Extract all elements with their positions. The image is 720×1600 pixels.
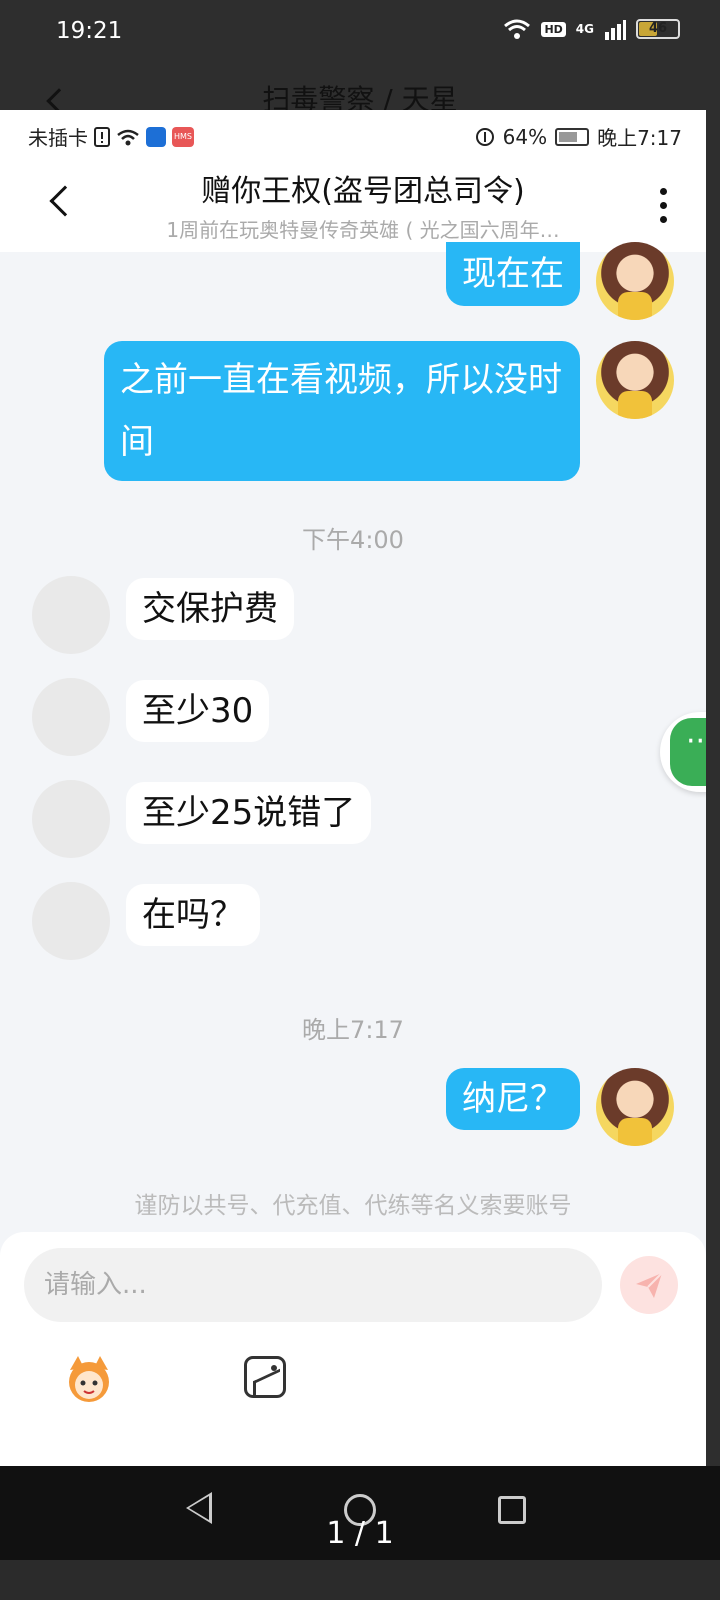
inner-clock: 晚上7:17 [597, 126, 682, 150]
message-bubble-incoming[interactable]: 交保护费 [126, 578, 294, 640]
message-bubble-incoming[interactable]: 至少25说错了 [126, 782, 372, 844]
my-avatar[interactable] [596, 1068, 674, 1146]
send-icon [636, 1272, 663, 1298]
safety-notice: 谨防以共号、代充值、代练等名义索要账号 [134, 1193, 572, 1219]
battery-icon: 46 [636, 19, 680, 39]
timestamp: 晚上7:17 [302, 1016, 404, 1044]
contact-avatar[interactable] [32, 678, 110, 756]
back-icon[interactable] [49, 185, 81, 217]
screen: 19:21 HD 4G 46 扫毒警察 / 天星 未插卡 HMS 64% 晚上7… [0, 0, 720, 1600]
my-avatar[interactable] [596, 341, 674, 419]
floating-chat-icon[interactable] [660, 712, 706, 792]
outer-status-icons: HD 4G 46 [503, 18, 680, 40]
shield-icon [146, 126, 166, 147]
more-options-icon[interactable] [660, 188, 668, 223]
chat-header: 赠你王权(盗号团总司令) 1周前在玩奥特曼传奇英雄 ( 光之国六周年… [0, 160, 706, 252]
chat-subtitle: 1周前在玩奥特曼传奇英雄 ( 光之国六周年… [166, 218, 560, 242]
send-button[interactable] [620, 1256, 678, 1314]
image-picker-icon[interactable] [244, 1356, 286, 1398]
battery-icon [555, 127, 590, 146]
hms-icon: HMS [172, 126, 194, 147]
message-bubble-incoming[interactable]: 至少30 [126, 680, 270, 742]
contact-avatar[interactable] [32, 780, 110, 858]
outer-clock: 19:21 [56, 18, 123, 44]
inner-status-bar: 未插卡 HMS 64% 晚上7:17 [0, 110, 706, 160]
signal-icon [605, 20, 626, 40]
sim-status: 未插卡 [28, 126, 88, 150]
hd-icon: HD [541, 21, 566, 37]
input-panel: 请输入... [0, 1232, 706, 1466]
network-icon: 4G [575, 22, 594, 36]
emoji-sticker-icon[interactable] [60, 1354, 118, 1404]
wifi-icon [117, 129, 139, 145]
message-bubble-outgoing[interactable]: 之前一直在看视频，所以没时间 [104, 341, 580, 481]
bottom-strip [0, 1560, 720, 1600]
outer-status-bar: 19:21 HD 4G 46 [0, 0, 720, 62]
message-input[interactable]: 请输入... [24, 1248, 602, 1322]
message-bubble-outgoing[interactable]: 纳尼？ [446, 1068, 580, 1130]
contact-avatar[interactable] [32, 576, 110, 654]
message-bubble-outgoing[interactable]: 现在在 [446, 242, 580, 306]
timestamp: 下午4:00 [302, 526, 404, 554]
chat-title: 赠你王权(盗号团总司令) [201, 174, 525, 209]
contact-avatar[interactable] [32, 882, 110, 960]
message-bubble-incoming[interactable]: 在吗？ [126, 884, 260, 946]
sim-alert-icon [94, 126, 110, 147]
wifi-icon [504, 19, 531, 39]
chat-screenshot: 未插卡 HMS 64% 晚上7:17 赠你王权(盗号团总司令) 1周前在玩奥特曼… [0, 110, 706, 1466]
battery-percent: 64% [502, 124, 548, 149]
page-indicator: 1 / 1 [326, 1516, 394, 1551]
my-avatar[interactable] [596, 242, 674, 320]
data-saver-icon [475, 127, 494, 146]
